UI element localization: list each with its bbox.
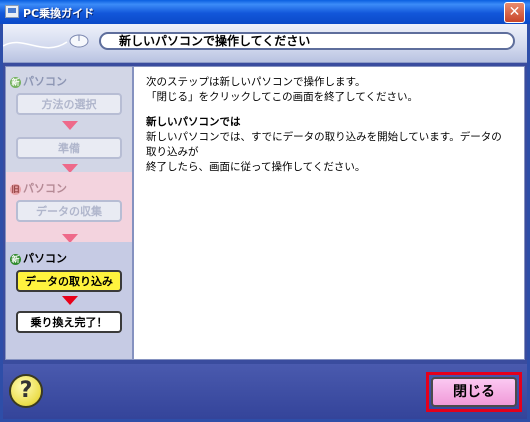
section-heading: 新しいパソコンでは	[146, 116, 241, 128]
section-header: 旧パソコン	[10, 180, 67, 196]
down-arrow-icon	[62, 121, 78, 130]
header-band: 新しいパソコンで操作してください	[3, 24, 527, 63]
close-button-highlight: 閉じる	[426, 372, 522, 412]
window-close-button[interactable]: ✕	[504, 2, 525, 23]
section-header: 新パソコン	[10, 73, 67, 89]
old-badge-icon: 旧	[10, 183, 21, 195]
help-button[interactable]: ?	[9, 374, 43, 408]
client-area: 新しいパソコンで操作してください 新パソコン 方法の選択 準備 旧パソコン デー…	[3, 24, 527, 419]
section-new-pc: 新パソコン データの取り込み 乗り換え完了！	[6, 242, 132, 359]
section-label: パソコン	[23, 252, 67, 265]
section-header: 新パソコン	[10, 250, 67, 266]
close-button[interactable]: 閉じる	[431, 377, 517, 407]
title-bar: PC乗換ガイド ✕	[0, 0, 530, 24]
app-icon	[5, 5, 19, 18]
content-panel: 次のステップは新しいパソコンで操作します。 「閉じる」をクリックしてこの画面を終…	[133, 66, 525, 360]
page-title: 新しいパソコンで操作してください	[99, 32, 515, 50]
section-pc: 新パソコン 方法の選択 準備	[6, 67, 132, 173]
step-collect-data: データの収集	[16, 200, 122, 222]
body-text: 新しいパソコンでは、すでにデータの取り込みを開始しています。データの取り込みが	[146, 131, 502, 158]
section-old-pc: 旧パソコン データの収集	[6, 172, 132, 243]
section-label: パソコン	[23, 182, 67, 195]
step-select-method: 方法の選択	[16, 93, 122, 115]
app-window: PC乗換ガイド ✕ 新しいパソコンで操作してください 新パソコン 方法の選択 準…	[0, 0, 530, 422]
step-panel: 新パソコン 方法の選択 準備 旧パソコン データの収集 新パソコン データの取り…	[5, 66, 133, 360]
step-prepare: 準備	[16, 137, 122, 159]
instruction-text: 次のステップは新しいパソコンで操作します。	[146, 76, 366, 88]
new-badge-icon: 新	[10, 76, 21, 88]
body-text: 終了したら、画面に従って操作してください。	[146, 161, 366, 173]
footer-bar: ? 閉じる	[3, 364, 527, 419]
down-arrow-icon	[62, 296, 78, 305]
section-label: パソコン	[23, 75, 67, 88]
mouse-cable-icon	[3, 34, 89, 49]
step-import-data: データの取り込み	[16, 270, 122, 292]
new-badge-icon: 新	[10, 253, 21, 265]
window-title: PC乗換ガイド	[23, 7, 95, 20]
instruction-text: 「閉じる」をクリックしてこの画面を終了してください。	[146, 91, 419, 103]
step-complete: 乗り換え完了！	[16, 311, 122, 333]
